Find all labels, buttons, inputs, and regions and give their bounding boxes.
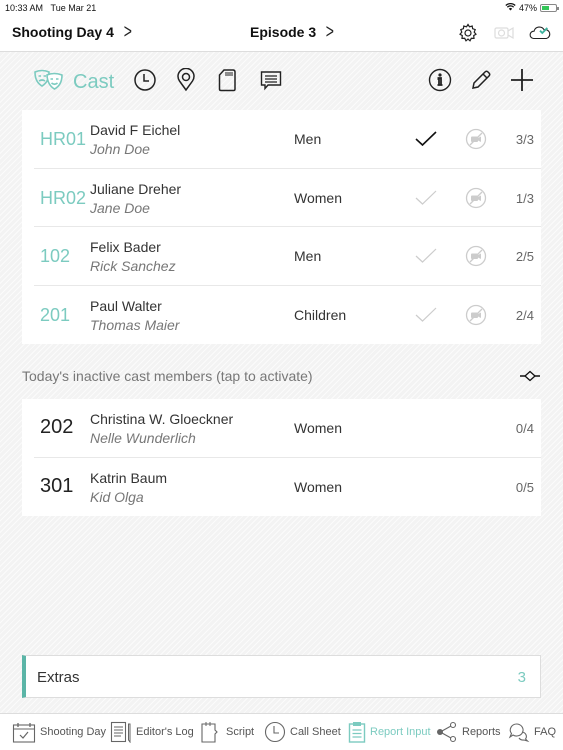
message-icon[interactable] bbox=[259, 68, 283, 92]
camera-sync-icon[interactable] bbox=[493, 22, 515, 44]
role-name: Rick Sanchez bbox=[90, 258, 176, 274]
cast-code: 202 bbox=[40, 416, 74, 438]
inactive-cast-row[interactable]: 202 Christina W. Gloeckner Nelle Wunderlic… bbox=[34, 399, 541, 458]
tab-label: Report Input bbox=[370, 726, 431, 738]
chevron-right-icon: > bbox=[325, 21, 335, 43]
tab-faq[interactable]: FAQ bbox=[508, 721, 556, 743]
cast-group: Men bbox=[294, 248, 322, 264]
masks-icon bbox=[33, 68, 67, 97]
actor-name: Felix Bader bbox=[90, 239, 161, 255]
tab-shooting-day[interactable]: Shooting Day bbox=[12, 721, 106, 743]
checkmark-icon[interactable] bbox=[414, 246, 438, 266]
role-name: Thomas Maier bbox=[90, 316, 180, 333]
tab-script[interactable]: Script bbox=[200, 721, 254, 743]
cast-code: 102 bbox=[40, 246, 71, 266]
no-camera-icon[interactable] bbox=[465, 128, 487, 150]
tab-label: Script bbox=[226, 726, 255, 738]
tab-label: Shooting Day bbox=[40, 726, 107, 738]
cast-row[interactable]: HR02 Juliane Dreher Jane Doe Women 1/3 bbox=[34, 169, 541, 227]
wifi-icon bbox=[505, 2, 516, 13]
tab-label: Call Sheet bbox=[290, 726, 341, 738]
notepad-icon bbox=[110, 721, 132, 743]
inactive-cast-row[interactable]: 301 Katrin Baum Kid Olga Women 0/5 bbox=[34, 458, 541, 517]
script-icon bbox=[200, 721, 222, 743]
gear-icon[interactable] bbox=[457, 22, 479, 44]
cast-group: Children bbox=[294, 306, 347, 323]
battery-icon bbox=[540, 3, 559, 12]
tab-label: FAQ bbox=[534, 726, 557, 738]
checkmark-icon[interactable] bbox=[414, 188, 438, 208]
plus-icon[interactable] bbox=[510, 68, 534, 92]
scene-count: 2/4 bbox=[515, 307, 534, 323]
actor-name: Juliane Dreher bbox=[90, 180, 182, 197]
sort-toggle-icon[interactable] bbox=[520, 369, 540, 382]
cast-row[interactable]: 102 Felix Bader Rick Sanchez Men 2/5 bbox=[34, 227, 541, 286]
info-icon[interactable] bbox=[428, 68, 452, 92]
calendar-check-icon bbox=[12, 721, 36, 743]
share-icon bbox=[436, 721, 458, 743]
pencil-icon[interactable] bbox=[469, 68, 493, 92]
extras-count: 3 bbox=[517, 669, 526, 686]
tab-reports[interactable]: Reports bbox=[436, 721, 501, 743]
chevron-right-icon: > bbox=[123, 21, 132, 43]
no-camera-icon[interactable] bbox=[465, 304, 487, 326]
cast-tab-label: Cast bbox=[73, 71, 115, 93]
cast-group: Men bbox=[294, 131, 322, 147]
inactive-cast-list: 202 Christina W. Gloeckner Nelle Wunderlic… bbox=[22, 399, 541, 516]
actor-name: David F Eichel bbox=[90, 122, 181, 138]
actor-name: Christina W. Gloeckner bbox=[90, 411, 234, 427]
role-name: Kid Olga bbox=[90, 488, 144, 505]
role-name: Jane Doe bbox=[90, 199, 150, 216]
clock-icon[interactable] bbox=[133, 68, 157, 92]
cast-code: 301 bbox=[40, 474, 74, 497]
cast-row[interactable]: 201 Paul Walter Thomas Maier Children 2/4 bbox=[34, 286, 541, 345]
tab-label: Editor's Log bbox=[136, 726, 194, 738]
battery-percent: 47% bbox=[518, 2, 537, 13]
tab-label: Reports bbox=[462, 726, 501, 738]
bottom-tab-bar: Shooting Day Editor's Log Script Call Sheet… bbox=[0, 713, 563, 750]
scene-count: 0/5 bbox=[515, 479, 534, 495]
tab-editor-s-log[interactable]: Editor's Log bbox=[110, 721, 194, 743]
cloud-check-icon[interactable] bbox=[529, 22, 551, 44]
scene-count: 1/3 bbox=[515, 190, 534, 206]
chat-bubbles-icon bbox=[508, 721, 530, 743]
no-camera-icon[interactable] bbox=[465, 187, 487, 209]
shooting-day-selector[interactable]: Shooting Day 4 > bbox=[12, 21, 134, 43]
actor-name: Paul Walter bbox=[90, 297, 162, 314]
clipboard-icon bbox=[348, 721, 366, 743]
inactive-section-label: Today's inactive cast members (tap to ac… bbox=[22, 368, 313, 384]
tab-call-sheet[interactable]: Call Sheet bbox=[264, 721, 341, 743]
checkmark-icon[interactable] bbox=[414, 129, 438, 149]
extras-row[interactable]: Extras 3 bbox=[22, 655, 541, 698]
episode-label: Episode 3 bbox=[250, 24, 317, 40]
status-bar: 10:33 AM Tue Mar 21 47% bbox=[0, 0, 563, 16]
cast-code: HR01 bbox=[40, 129, 87, 149]
cast-group: Women bbox=[294, 189, 342, 206]
cast-toolbar: Cast bbox=[0, 62, 563, 102]
actor-name: Katrin Baum bbox=[90, 469, 168, 486]
tab-report-input[interactable]: Report Input bbox=[348, 721, 431, 743]
cast-code: HR02 bbox=[40, 187, 87, 208]
sd-card-icon[interactable] bbox=[217, 68, 237, 92]
shooting-day-label: Shooting Day 4 bbox=[12, 24, 114, 40]
scene-count: 0/4 bbox=[515, 421, 534, 436]
episode-selector[interactable]: Episode 3 > bbox=[250, 21, 336, 43]
scene-count: 3/3 bbox=[515, 132, 534, 147]
scene-count: 2/5 bbox=[515, 249, 534, 264]
extras-label: Extras bbox=[37, 669, 80, 686]
tab-cast[interactable]: Cast bbox=[33, 68, 114, 97]
checkmark-icon[interactable] bbox=[414, 305, 438, 325]
cast-row[interactable]: HR01 David F Eichel John Doe Men 3/3 bbox=[34, 110, 541, 169]
cast-group: Women bbox=[294, 420, 342, 436]
clock-icon bbox=[264, 721, 286, 743]
nav-bar: Shooting Day 4 > Episode 3 > bbox=[0, 16, 563, 52]
status-time: 10:33 AM Tue Mar 21 bbox=[5, 3, 97, 13]
cast-code: 201 bbox=[40, 304, 71, 325]
cast-group: Women bbox=[294, 478, 342, 495]
no-camera-icon[interactable] bbox=[465, 245, 487, 267]
active-cast-list: HR01 David F Eichel John Doe Men 3/3 HR02 Juli… bbox=[22, 110, 541, 344]
role-name: Nelle Wunderlich bbox=[90, 430, 196, 446]
role-name: John Doe bbox=[90, 141, 150, 157]
location-pin-icon[interactable] bbox=[175, 68, 197, 92]
